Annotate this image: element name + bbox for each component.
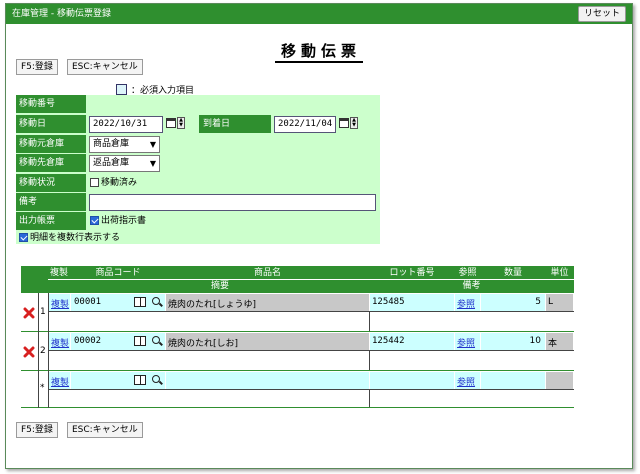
copy-col-divider <box>48 293 49 408</box>
row-2-lot[interactable]: 125442 <box>372 336 405 346</box>
label-from-warehouse: 移動元倉庫 <box>16 135 86 153</box>
row-3-name-cell <box>166 372 369 389</box>
move-date-input[interactable]: 2022/10/31 <box>89 116 163 133</box>
row-1-name: 焼肉のたれ[しょうゆ] <box>168 300 257 310</box>
row-2-subdivider <box>48 350 574 351</box>
label-note: 備考 <box>16 193 86 211</box>
row-2-name: 焼肉のたれ[しお] <box>168 339 239 349</box>
row-2-copy-link[interactable]: 複製 <box>51 336 69 349</box>
row-2-no: 2 <box>40 346 46 356</box>
cancel-button-top[interactable]: ESC:キャンセル <box>67 59 143 75</box>
required-swatch <box>116 84 127 95</box>
page-title: 移動伝票 <box>6 40 632 63</box>
detail-grid: 複製 商品コード 商品名 ロット番号 参照 数量 単位 摘要 備考 1 複製 0… <box>21 266 574 408</box>
reset-button[interactable]: リセット <box>578 6 626 22</box>
row-1-lot[interactable]: 125485 <box>372 297 405 307</box>
row-2-code[interactable]: 00002 <box>74 336 101 346</box>
row-1-ref-link[interactable]: 参照 <box>457 297 475 310</box>
col-unit: 単位 <box>550 268 569 278</box>
multiline-checkbox[interactable]: 明細を複数行表示する <box>19 229 120 247</box>
row-2-unit: 本 <box>548 339 558 349</box>
label-status: 移動状況 <box>16 174 86 192</box>
col-lot: ロット番号 <box>389 268 435 278</box>
checkbox-checked-icon[interactable] <box>90 216 99 225</box>
row-3-lot-cell <box>370 372 454 389</box>
chevron-down-icon: ▼ <box>149 140 156 149</box>
header-divider <box>48 279 574 280</box>
row-1-subdivider <box>48 311 574 312</box>
checkbox-icon[interactable] <box>90 178 99 187</box>
label-output: 出力帳票 <box>16 212 86 230</box>
register-button-top[interactable]: F5:登録 <box>16 59 58 75</box>
row-3-qty-cell <box>481 372 545 389</box>
register-button-bottom[interactable]: F5:登録 <box>16 422 58 438</box>
checkbox-checked-icon[interactable] <box>19 233 28 242</box>
row-dates: 移動日 2022/10/31 ▲ ▼ 到着日 2022/11/04 ▲ ▼ <box>16 115 380 134</box>
header-form: 移動番号 移動日 2022/10/31 ▲ ▼ 到着日 2022/11/04 ▲ ▼… <box>16 95 380 244</box>
row-3-unit-cell <box>546 372 573 389</box>
col-ref: 参照 <box>458 268 477 278</box>
col-note: 備考 <box>462 281 481 291</box>
search-icon[interactable] <box>152 297 160 305</box>
to-warehouse-select[interactable]: 返品倉庫 ▼ <box>89 155 160 172</box>
cancel-button-bottom[interactable]: ESC:キャンセル <box>67 422 143 438</box>
label-to-warehouse: 移動先倉庫 <box>16 154 86 172</box>
row-2-note-divider <box>369 350 370 370</box>
col-code: 商品コード <box>95 268 141 278</box>
book-icon[interactable] <box>134 336 146 346</box>
moved-checkbox[interactable]: 移動済み <box>90 174 137 192</box>
row-1-note-divider <box>369 311 370 331</box>
row-1-code[interactable]: 00001 <box>74 297 101 307</box>
calendar-icon[interactable] <box>339 118 349 128</box>
row-3-note-divider <box>369 389 370 407</box>
title-bar: 在庫管理 - 移動伝票登録 リセット <box>6 4 632 24</box>
app-window: 在庫管理 - 移動伝票登録 リセット 移動伝票 F5:登録 ESC:キャンセル … <box>5 3 633 469</box>
label-move-date: 移動日 <box>16 115 86 133</box>
delete-x-icon[interactable] <box>23 307 35 319</box>
row-1-qty[interactable]: 5 <box>481 297 541 307</box>
label-arrive-date: 到着日 <box>199 115 271 133</box>
row-to-warehouse: 移動先倉庫 返品倉庫 ▼ <box>16 154 380 173</box>
from-warehouse-select[interactable]: 商品倉庫 ▼ <box>89 136 160 153</box>
row-3-no: * <box>40 383 45 393</box>
row-1-no: 1 <box>40 307 46 317</box>
calendar-icon[interactable] <box>166 118 176 128</box>
row-3-code-cell <box>71 372 165 389</box>
search-icon[interactable] <box>152 336 160 344</box>
date-spinner-icon[interactable]: ▲ ▼ <box>350 117 358 129</box>
col-qty: 数量 <box>503 268 522 278</box>
label-move-no: 移動番号 <box>16 95 86 113</box>
col-name: 商品名 <box>253 268 281 278</box>
book-icon[interactable] <box>134 375 146 385</box>
window-title: 在庫管理 - 移動伝票登録 <box>12 9 111 19</box>
row-move-no: 移動番号 <box>16 95 380 114</box>
row-1-copy-link[interactable]: 複製 <box>51 297 69 310</box>
delete-x-icon[interactable] <box>23 346 35 358</box>
row-status: 移動状況 移動済み <box>16 174 380 193</box>
row-from-warehouse: 移動元倉庫 商品倉庫 ▼ <box>16 135 380 154</box>
row-2-qty[interactable]: 10 <box>481 336 541 346</box>
row-3-ref-link[interactable]: 参照 <box>457 375 475 388</box>
shipping-instruction-checkbox[interactable]: 出荷指示書 <box>90 212 146 230</box>
search-icon[interactable] <box>152 375 160 383</box>
no-col-divider <box>38 293 39 408</box>
date-spinner-icon[interactable]: ▲ ▼ <box>177 117 185 129</box>
book-icon[interactable] <box>134 297 146 307</box>
row-3-copy-link[interactable]: 複製 <box>51 375 69 388</box>
arrive-date-input[interactable]: 2022/11/04 <box>274 116 336 133</box>
col-copy: 複製 <box>49 268 68 278</box>
col-summary: 摘要 <box>210 281 229 291</box>
note-input[interactable] <box>89 194 376 211</box>
row-1-unit: L <box>548 297 554 307</box>
row-3-subdivider <box>48 389 574 390</box>
row-note: 備考 <box>16 193 380 212</box>
chevron-down-icon: ▼ <box>149 159 156 168</box>
row-2-ref-link[interactable]: 参照 <box>457 336 475 349</box>
